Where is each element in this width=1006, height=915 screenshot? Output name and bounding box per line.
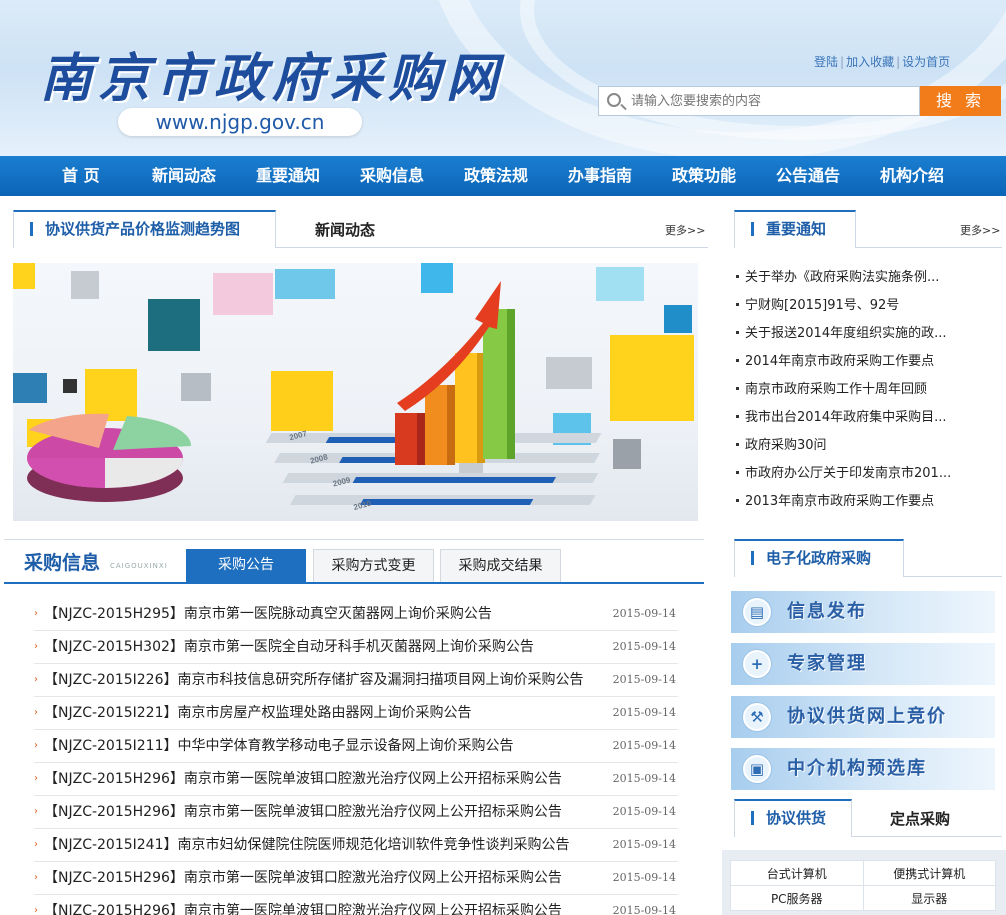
price-tabbar: 协议供货产品价格监测趋势图 新闻动态 [13, 210, 708, 248]
arrow-right-icon: › [34, 872, 38, 883]
tab-egov[interactable]: 电子化政府采购 [734, 539, 904, 577]
egov-tabbar: 电子化政府采购 [734, 539, 1002, 577]
notice-item[interactable]: 关于举办《政府采购法实施条例... [736, 264, 1002, 292]
tab-deal-results[interactable]: 采购成交结果 [440, 549, 561, 582]
agency-pool-label: 中介机构预选库 [787, 758, 927, 779]
notice-item[interactable]: 2013年南京市政府采购工作要点 [736, 488, 1002, 516]
top-links: 登陆 | 加入收藏 | 设为首页 [814, 55, 951, 69]
page: 南京市政府采购网 www.njgp.gov.cn 登陆|加入收藏|设为首页 搜 … [0, 0, 1006, 915]
online-bidding-label: 协议供货网上竞价 [787, 706, 947, 727]
arrow-right-icon: › [34, 674, 38, 685]
supply-panel: 台式计算机 便携式计算机 PC服务器 显示器 [722, 850, 1006, 915]
nav-guide[interactable]: 办事指南 [568, 156, 632, 196]
notice-item[interactable]: 宁财购[2015]91号、92号 [736, 292, 1002, 320]
nav-about[interactable]: 机构介绍 [880, 156, 944, 196]
notice-item[interactable]: 我市出台2014年政府集中采购目... [736, 404, 1002, 432]
document-icon: ▤ [743, 598, 771, 626]
add-favorite-link[interactable]: 加入收藏 [846, 55, 894, 69]
tab-method-change[interactable]: 采购方式变更 [313, 549, 434, 582]
search-input[interactable] [631, 87, 915, 115]
search-button[interactable]: 搜 索 [920, 86, 1001, 116]
site-url-badge: www.njgp.gov.cn [118, 108, 362, 136]
expert-management-label: 专家管理 [787, 653, 867, 674]
arrow-right-icon: › [34, 641, 38, 652]
info-publish-button[interactable]: ▤ 信息发布 [731, 591, 995, 633]
notice-item[interactable]: 市政府办公厅关于印发南京市201... [736, 460, 1002, 488]
online-bidding-button[interactable]: ⚒ 协议供货网上竞价 [731, 696, 995, 738]
expert-management-button[interactable]: + 专家管理 [731, 643, 995, 685]
procurement-item[interactable]: › 【NJZC-2015H295】南京市第一医院脉动真空灭菌器网上询价采购公告 20… [34, 598, 678, 631]
supply-cell-pc-server[interactable]: PC服务器 [730, 885, 864, 911]
notice-item[interactable]: 南京市政府采购工作十周年回顾 [736, 376, 1002, 404]
nav-policy-functions[interactable]: 政策功能 [672, 156, 736, 196]
price-more-link[interactable]: 更多>> [665, 222, 705, 238]
notice-list: 关于举办《政府采购法实施条例... 宁财购[2015]91号、92号 关于报送2… [736, 264, 1002, 516]
tab-important-notices-label: 重要通知 [766, 220, 827, 238]
tab-agreement-supply[interactable]: 协议供货 [734, 799, 852, 837]
login-link[interactable]: 登陆 [814, 55, 838, 69]
tab-news[interactable]: 新闻动态 [315, 210, 375, 248]
info-publish-label: 信息发布 [787, 601, 867, 622]
nav-policies[interactable]: 政策法规 [464, 156, 528, 196]
supply-table: 台式计算机 便携式计算机 PC服务器 显示器 [730, 860, 996, 911]
tab-agreement-supply-label: 协议供货 [766, 809, 827, 827]
search-box [598, 86, 920, 116]
header: 南京市政府采购网 www.njgp.gov.cn 登陆|加入收藏|设为首页 搜 … [0, 0, 1006, 156]
tab-important-notices[interactable]: 重要通知 [734, 210, 856, 248]
procurement-title: 采购信息 CAIGOUXINXI [4, 540, 184, 582]
arrow-right-icon: › [34, 839, 38, 850]
search-icon [607, 93, 621, 107]
trend-illustration: 2007 2008 2009 2010 [27, 281, 602, 512]
tab-price-trend[interactable]: 协议供货产品价格监测趋势图 [13, 210, 276, 248]
notice-item[interactable]: 政府采购30问 [736, 432, 1002, 460]
procurement-tab-underline [4, 582, 704, 584]
procurement-item[interactable]: › 【NJZC-2015H296】南京市第一医院单波铒口腔激光治疗仪网上公开招标采… [34, 895, 678, 915]
procurement-list: › 【NJZC-2015H295】南京市第一医院脉动真空灭菌器网上询价采购公告 20… [34, 598, 678, 915]
price-trend-banner[interactable]: 2007 2008 2009 2010 [13, 263, 698, 521]
procurement-item[interactable]: › 【NJZC-2015H296】南京市第一医院单波铒口腔激光治疗仪网上公开招标采… [34, 862, 678, 895]
supply-cell-laptop[interactable]: 便携式计算机 [862, 860, 996, 886]
tab-egov-label: 电子化政府采购 [766, 549, 872, 567]
tab-procurement-announcement[interactable]: 采购公告 [186, 549, 306, 582]
arrow-right-icon: › [34, 806, 38, 817]
site-logo-title[interactable]: 南京市政府采购网 [40, 36, 504, 111]
procurement-title-en: CAIGOUXINXI [110, 562, 168, 570]
arrow-right-icon: › [34, 608, 38, 619]
supply-tabbar: 协议供货 定点采购 [734, 799, 1002, 837]
notice-item[interactable]: 关于报送2014年度组织实施的政... [736, 320, 1002, 348]
procurement-item[interactable]: › 【NJZC-2015H302】南京市第一医院全自动牙科手机灭菌器网上询价采购公… [34, 631, 678, 664]
nav-announcements[interactable]: 公告通告 [776, 156, 840, 196]
tab-price-trend-label: 协议供货产品价格监测趋势图 [45, 220, 241, 238]
procurement-item[interactable]: › 【NJZC-2015H296】南京市第一医院单波铒口腔激光治疗仪网上公开招标采… [34, 796, 678, 829]
procurement-item[interactable]: › 【NJZC-2015H296】南京市第一医院单波铒口腔激光治疗仪网上公开招标采… [34, 763, 678, 796]
procurement-title-text: 采购信息 [24, 552, 101, 574]
arrow-right-icon: › [34, 740, 38, 751]
agency-pool-button[interactable]: ▣ 中介机构预选库 [731, 748, 995, 790]
notice-more-link[interactable]: 更多>> [960, 222, 1000, 238]
arrow-right-icon: › [34, 773, 38, 784]
supply-cell-desktop[interactable]: 台式计算机 [730, 860, 864, 886]
arrow-right-icon: › [34, 905, 38, 915]
tab-designated-procurement[interactable]: 定点采购 [890, 799, 950, 837]
nav-home[interactable]: 首 页 [62, 156, 100, 196]
nav-news[interactable]: 新闻动态 [152, 156, 216, 196]
nav-notices[interactable]: 重要通知 [256, 156, 320, 196]
supply-cell-monitor[interactable]: 显示器 [862, 885, 996, 911]
procurement-item[interactable]: › 【NJZC-2015I241】南京市妇幼保健院住院医师规范化培训软件竞争性谈判… [34, 829, 678, 862]
procurement-item[interactable]: › 【NJZC-2015I226】南京市科技信息研究所存储扩容及漏洞扫描项目网上询… [34, 664, 678, 697]
gavel-icon: ⚒ [743, 703, 771, 731]
folder-icon: ▣ [743, 755, 771, 783]
nav-procurement-info[interactable]: 采购信息 [360, 156, 424, 196]
user-add-icon: + [743, 650, 771, 678]
procurement-item[interactable]: › 【NJZC-2015I211】中华中学体育教学移动电子显示设备网上询价采购公告… [34, 730, 678, 763]
main-nav: 首 页 新闻动态 重要通知 采购信息 政策法规 办事指南 政策功能 公告通告 机… [0, 156, 1006, 196]
arrow-right-icon: › [34, 707, 38, 718]
notice-item[interactable]: 2014年南京市政府采购工作要点 [736, 348, 1002, 376]
set-homepage-link[interactable]: 设为首页 [902, 55, 950, 69]
procurement-item[interactable]: › 【NJZC-2015I221】南京市房屋产权监理处路由器网上询价采购公告 201… [34, 697, 678, 730]
